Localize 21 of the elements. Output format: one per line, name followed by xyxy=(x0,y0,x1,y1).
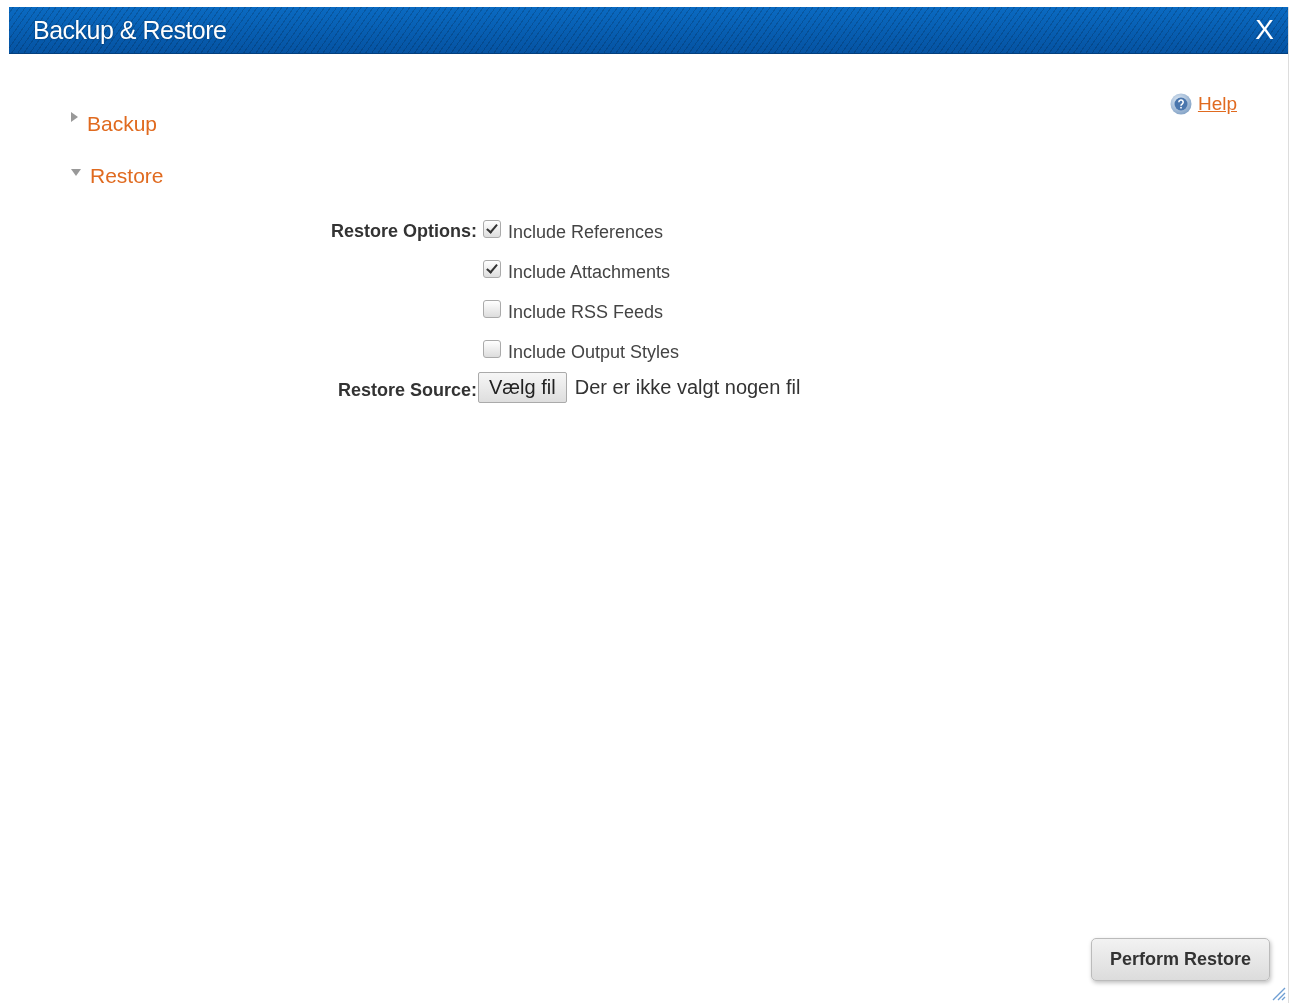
window-title: Backup & Restore xyxy=(33,15,227,45)
perform-restore-button[interactable]: Perform Restore xyxy=(1091,938,1270,981)
expand-arrow-icon[interactable] xyxy=(71,112,78,122)
checkbox[interactable] xyxy=(483,220,501,238)
field-label: Restore Options: xyxy=(331,220,477,242)
section-link[interactable]: Backup xyxy=(87,112,158,136)
field-label: Restore Source: xyxy=(337,379,477,401)
close-button[interactable]: X xyxy=(1251,14,1278,46)
section-link[interactable]: Restore xyxy=(90,164,164,188)
help-icon xyxy=(1169,93,1192,115)
help-link[interactable]: Help xyxy=(1197,93,1237,115)
checkbox-label: Include Output Styles xyxy=(508,341,680,363)
choose-file-button[interactable]: Vælg fil xyxy=(478,372,567,403)
checkbox-label: Include RSS Feeds xyxy=(508,301,664,323)
collapse-arrow-icon[interactable] xyxy=(71,169,81,176)
checkbox[interactable] xyxy=(483,260,501,278)
checkbox[interactable] xyxy=(483,300,501,318)
file-status-text: Der er ikke valgt nogen fil xyxy=(574,376,801,399)
checkbox-label: Include References xyxy=(508,221,664,243)
checkbox[interactable] xyxy=(483,340,501,358)
checkbox-label: Include Attachments xyxy=(508,261,671,283)
